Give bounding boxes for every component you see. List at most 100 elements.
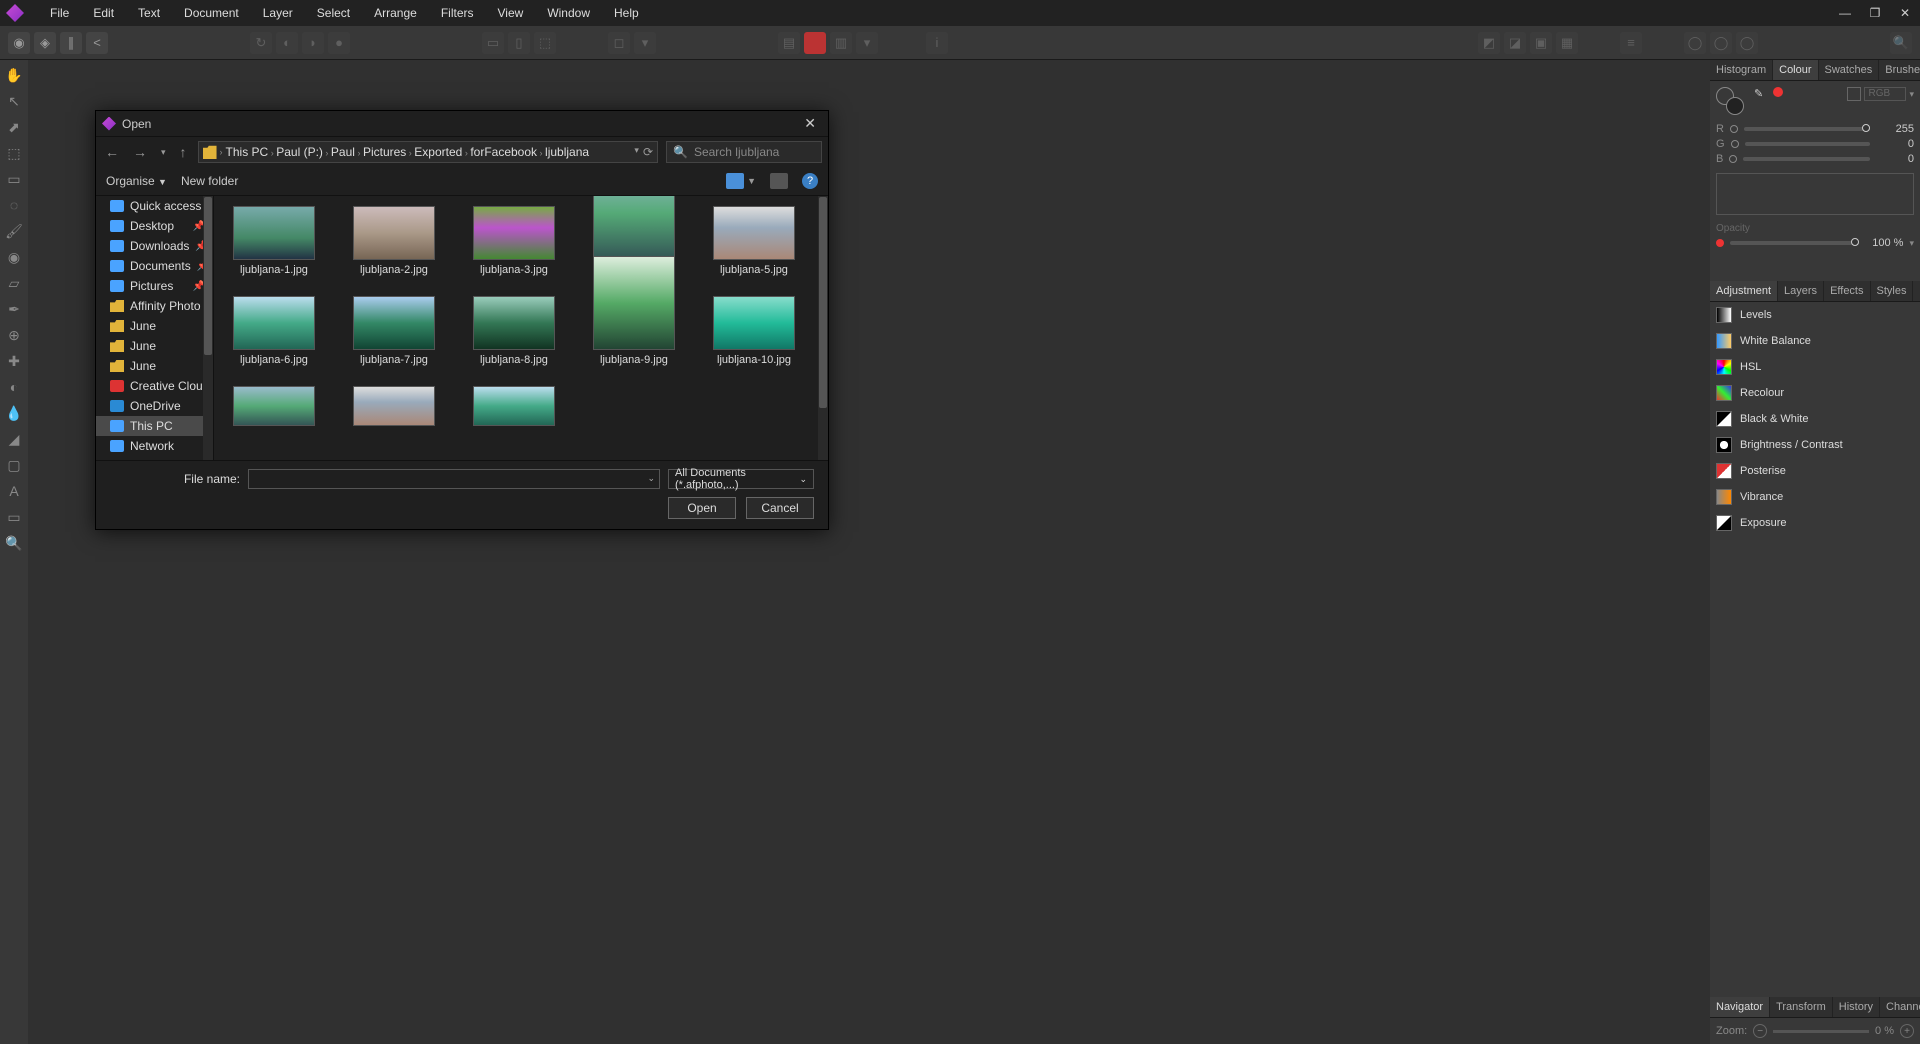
sidebar-item-june[interactable]: June (96, 336, 213, 356)
opacity-slider[interactable] (1730, 241, 1859, 245)
tool-icon[interactable]: ▭ (482, 32, 504, 54)
adjustment-recolour[interactable]: Recolour (1710, 380, 1920, 406)
tab-layers[interactable]: Layers (1778, 281, 1824, 301)
tool-icon[interactable]: ◯ (1684, 32, 1706, 54)
gradient-tool-icon[interactable]: ▱ (5, 274, 23, 292)
tab-adjustment[interactable]: Adjustment (1710, 281, 1778, 301)
breadcrumb-segment[interactable]: Exported (414, 145, 462, 159)
tool-icon[interactable]: ▤ (778, 32, 800, 54)
zoom-out-button[interactable]: − (1753, 1024, 1767, 1038)
eyedropper-icon[interactable]: ✎ (1754, 87, 1763, 100)
sidebar-item-quick-access[interactable]: Quick access (96, 196, 213, 216)
tool-icon[interactable]: ⬚ (534, 32, 556, 54)
lock-icon[interactable] (1847, 87, 1861, 101)
file-item[interactable]: ljubljana-3.jpg (472, 206, 556, 276)
preview-pane-button[interactable] (770, 173, 788, 189)
sidebar-item-affinity-photo-vs[interactable]: Affinity Photo vs (96, 296, 213, 316)
breadcrumb-segment[interactable]: ljubljana (545, 145, 589, 159)
sidebar-scrollbar[interactable] (203, 196, 213, 460)
close-button[interactable]: ✕ (1890, 0, 1920, 26)
tab-history[interactable]: History (1833, 997, 1880, 1017)
nav-up-button[interactable]: ↑ (177, 144, 190, 160)
nav-forward-button[interactable]: → (130, 144, 150, 160)
sidebar-item-documents[interactable]: Documents📌 (96, 256, 213, 276)
text-tool-icon[interactable]: A (5, 482, 23, 500)
b-slider[interactable] (1743, 157, 1870, 161)
menu-file[interactable]: File (38, 0, 81, 26)
maximize-button[interactable]: ❐ (1860, 0, 1890, 26)
tab-styles[interactable]: Styles (1871, 281, 1914, 301)
eraser-tool-icon[interactable]: ◢ (5, 430, 23, 448)
tab-histogram[interactable]: Histogram (1710, 60, 1773, 80)
tool-icon[interactable]: ▣ (1530, 32, 1552, 54)
sidebar-item-desktop[interactable]: Desktop📌 (96, 216, 213, 236)
tab-transform[interactable]: Transform (1770, 997, 1833, 1017)
filetype-dropdown[interactable]: All Documents (*.afphoto,...)⌄ (668, 469, 814, 489)
filename-input[interactable]: ⌄ (248, 469, 660, 489)
tool-icon[interactable]: ◯ (1710, 32, 1732, 54)
tool-icon[interactable]: 🔍 (1890, 32, 1912, 54)
zoom-slider[interactable] (1773, 1030, 1869, 1033)
breadcrumb-segment[interactable]: This PC (226, 145, 269, 159)
sidebar-item-this-pc[interactable]: This PC (96, 416, 213, 436)
tab-colour[interactable]: Colour (1773, 60, 1818, 80)
color-picker-icon[interactable]: ⬈ (5, 118, 23, 136)
tool-icon[interactable]: ▥ (830, 32, 852, 54)
menu-edit[interactable]: Edit (81, 0, 126, 26)
zoom-in-button[interactable]: + (1900, 1024, 1914, 1038)
mode-dropdown[interactable]: RGB (1864, 87, 1906, 101)
tool-icon[interactable]: ▦ (1556, 32, 1578, 54)
file-item[interactable]: ljubljana-5.jpg (712, 206, 796, 276)
breadcrumb-segment[interactable]: Pictures (363, 145, 406, 159)
breadcrumb-segment[interactable]: forFacebook (470, 145, 537, 159)
tab-channels[interactable]: Channels (1880, 997, 1920, 1017)
file-item[interactable] (232, 386, 316, 426)
open-button[interactable]: Open (668, 497, 736, 519)
help-button[interactable]: ? (802, 173, 818, 189)
sidebar-item-pictures[interactable]: Pictures📌 (96, 276, 213, 296)
clone-tool-icon[interactable]: ⊕ (5, 326, 23, 344)
breadcrumb-bar[interactable]: › This PC › Paul (P:) › Paul › Pictures … (198, 141, 658, 163)
search-input[interactable]: 🔍 Search ljubljana (666, 141, 822, 163)
tool-icon[interactable]: ● (328, 32, 350, 54)
file-item[interactable]: ljubljana-10.jpg (712, 296, 796, 366)
file-item[interactable]: ljubljana-7.jpg (352, 296, 436, 366)
adjustment-black-white[interactable]: Black & White (1710, 406, 1920, 432)
heal-tool-icon[interactable]: ✚ (5, 352, 23, 370)
adjustment-posterise[interactable]: Posterise (1710, 458, 1920, 484)
minimize-button[interactable]: — (1830, 0, 1860, 26)
crop-tool-icon[interactable]: ⬚ (5, 144, 23, 162)
tool-icon[interactable]: i (926, 32, 948, 54)
adjustment-white-balance[interactable]: White Balance (1710, 328, 1920, 354)
pen-tool-icon[interactable]: ✒ (5, 300, 23, 318)
menu-view[interactable]: View (486, 0, 536, 26)
cancel-button[interactable]: Cancel (746, 497, 814, 519)
tool-icon[interactable]: ≡ (1620, 32, 1642, 54)
tool-icon[interactable]: ◩ (1478, 32, 1500, 54)
file-item[interactable] (352, 386, 436, 426)
tab-effects[interactable]: Effects (1824, 281, 1870, 301)
adjustment-hsl[interactable]: HSL (1710, 354, 1920, 380)
file-item[interactable]: ljubljana-2.jpg (352, 206, 436, 276)
tool-icon[interactable]: ◗ (302, 32, 324, 54)
menu-help[interactable]: Help (602, 0, 651, 26)
selection-tool-icon[interactable]: ▭ (5, 170, 23, 188)
vector-tool-icon[interactable]: ▭ (5, 508, 23, 526)
nav-history-dropdown[interactable]: ▾ (158, 147, 169, 158)
lasso-tool-icon[interactable]: ◌ (5, 196, 23, 214)
tool-icon[interactable] (804, 32, 826, 54)
tab-brushes[interactable]: Brushes (1879, 60, 1920, 80)
tab-stock[interactable]: Stock (1913, 281, 1920, 301)
adjustment-vibrance[interactable]: Vibrance (1710, 484, 1920, 510)
sidebar-item-june[interactable]: June (96, 356, 213, 376)
tool-icon[interactable]: ◐ (276, 32, 298, 54)
shape-tool-icon[interactable]: ▢ (5, 456, 23, 474)
persona-export-icon[interactable]: < (86, 32, 108, 54)
menu-arrange[interactable]: Arrange (362, 0, 429, 26)
menu-filters[interactable]: Filters (429, 0, 486, 26)
nav-back-button[interactable]: ← (102, 144, 122, 160)
tool-icon[interactable]: ▯ (508, 32, 530, 54)
zoom-tool-icon[interactable]: 🔍 (5, 534, 23, 552)
dropdown-icon[interactable]: ▾ (634, 32, 656, 54)
organise-button[interactable]: Organise ▼ (106, 174, 167, 188)
